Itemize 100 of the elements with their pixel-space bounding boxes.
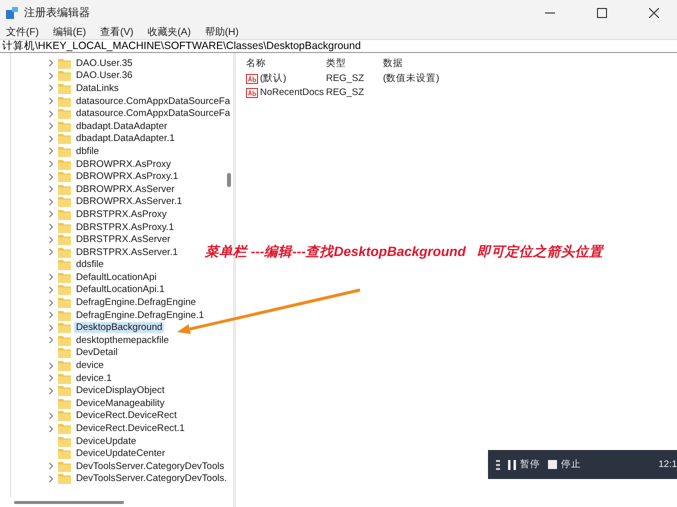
tree-item[interactable]: DeviceRect.DeviceRect bbox=[74, 410, 179, 422]
tree-item[interactable]: DBRSTPRX.AsProxy bbox=[74, 208, 169, 220]
folder-icon bbox=[58, 234, 71, 246]
column-header[interactable]: 名称 bbox=[246, 57, 326, 70]
stop-icon bbox=[548, 460, 557, 469]
folder-icon bbox=[58, 310, 71, 321]
pause-button[interactable]: 暂停 bbox=[508, 458, 540, 471]
tree-item[interactable]: datasource.ComAppxDataSourceFa bbox=[74, 96, 232, 107]
folder-icon bbox=[58, 171, 71, 182]
chevron-icon[interactable] bbox=[47, 462, 55, 470]
chevron-icon[interactable] bbox=[47, 210, 55, 218]
tree-item[interactable]: DefragEngine.DefragEngine bbox=[74, 297, 198, 308]
column-header[interactable]: 数据 bbox=[383, 57, 503, 70]
folder-icon bbox=[58, 58, 71, 69]
chevron-icon[interactable] bbox=[47, 474, 55, 483]
tree-item[interactable]: DeviceRect.DeviceRect.1 bbox=[74, 423, 187, 434]
chevron-icon[interactable] bbox=[47, 311, 55, 320]
chevron-icon[interactable] bbox=[47, 424, 55, 433]
chevron-icon[interactable] bbox=[47, 185, 55, 194]
tree-item[interactable]: DAO.User.35 bbox=[74, 58, 135, 69]
chevron-icon[interactable] bbox=[47, 324, 55, 332]
folder-icon bbox=[58, 372, 71, 384]
tree-item[interactable]: DAO.User.36 bbox=[74, 70, 135, 82]
tree-item[interactable]: DataLinks bbox=[74, 82, 121, 94]
tree-item[interactable]: DevToolsServer.CategoryDevTools. bbox=[74, 473, 229, 484]
menu-item[interactable]: 查看(V) bbox=[100, 25, 134, 39]
chevron-icon[interactable] bbox=[47, 362, 55, 370]
chevron-icon[interactable] bbox=[47, 59, 55, 68]
tree-item[interactable]: DBROWPRX.AsProxy.1 bbox=[74, 171, 180, 182]
folder-icon bbox=[58, 347, 71, 358]
tree-item[interactable]: DBROWPRX.AsServer bbox=[74, 184, 177, 195]
chevron-icon[interactable] bbox=[47, 172, 55, 181]
tree-item[interactable]: DeviceUpdate bbox=[74, 436, 138, 447]
tree-item[interactable]: desktopthemepackfile bbox=[74, 334, 171, 346]
menu-item[interactable]: 编辑(E) bbox=[52, 25, 86, 39]
column-header[interactable]: 类型 bbox=[326, 57, 383, 70]
tree-item[interactable]: DevToolsServer.CategoryDevTools bbox=[74, 460, 226, 472]
tree-item[interactable]: DBROWPRX.AsProxy bbox=[74, 158, 173, 170]
chevron-icon[interactable] bbox=[47, 198, 55, 206]
annotation-text: 菜单栏 ---编辑---查找DesktopBackground 即可定位之箭头位置 bbox=[205, 243, 603, 261]
tree-item[interactable]: dbfile bbox=[74, 146, 101, 157]
value-name: (默认) bbox=[260, 72, 286, 85]
pause-icon bbox=[508, 460, 516, 470]
chevron-icon[interactable] bbox=[47, 223, 55, 232]
chevron-icon[interactable] bbox=[47, 248, 55, 256]
chevron-icon[interactable] bbox=[47, 84, 55, 92]
chevron-icon[interactable] bbox=[47, 147, 55, 156]
tree-item[interactable]: DeviceDisplayObject bbox=[74, 385, 167, 396]
chevron-icon[interactable] bbox=[47, 273, 55, 282]
tree-item[interactable]: DBRSTPRX.AsServer bbox=[74, 234, 172, 246]
tree-item[interactable]: ddsfile bbox=[74, 259, 106, 270]
chevron-icon[interactable] bbox=[47, 160, 55, 168]
grip-icon[interactable] bbox=[496, 460, 500, 470]
tree-item[interactable]: dbadapt.DataAdapter bbox=[74, 120, 170, 132]
tree-item[interactable]: DefaultLocationApi bbox=[74, 272, 159, 283]
chevron-icon[interactable] bbox=[47, 386, 55, 395]
value-name: NoRecentDocs bbox=[260, 87, 324, 98]
chevron-icon[interactable] bbox=[47, 97, 55, 106]
tree-item[interactable]: DBRSTPRX.AsServer.1 bbox=[74, 246, 180, 258]
tree-item[interactable]: datasource.ComAppxDataSourceFa bbox=[74, 108, 232, 120]
folder-icon bbox=[58, 436, 71, 447]
folder-icon bbox=[58, 360, 71, 372]
chevron-icon[interactable] bbox=[47, 236, 55, 244]
chevron-icon[interactable] bbox=[47, 412, 55, 420]
address-bar[interactable]: 计算机\HKEY_LOCAL_MACHINE\SOFTWARE\Classes\DesktopBackground bbox=[0, 39, 677, 53]
tree-item[interactable]: DefragEngine.DefragEngine.1 bbox=[74, 310, 206, 321]
tree-item[interactable]: device.1 bbox=[74, 372, 114, 384]
folder-icon bbox=[58, 184, 71, 195]
chevron-icon[interactable] bbox=[47, 336, 55, 344]
folder-icon bbox=[58, 222, 71, 233]
stop-button[interactable]: 停止 bbox=[548, 458, 581, 471]
tree-item[interactable]: DBROWPRX.AsServer.1 bbox=[74, 196, 184, 208]
menu-item[interactable]: 帮助(H) bbox=[204, 25, 239, 39]
window-title: 注册表编辑器 bbox=[24, 6, 90, 20]
folder-icon bbox=[58, 120, 71, 132]
folder-icon bbox=[58, 96, 71, 107]
tree-item[interactable]: DefaultLocationApi.1 bbox=[74, 284, 167, 296]
chevron-icon[interactable] bbox=[47, 134, 55, 143]
chevron-icon[interactable] bbox=[47, 122, 55, 130]
chevron-icon[interactable] bbox=[47, 110, 55, 118]
value-data: (数值未设置) bbox=[383, 72, 440, 85]
tree-item[interactable]: DBRSTPRX.AsProxy.1 bbox=[74, 222, 176, 233]
tree-item[interactable]: DevDetail bbox=[74, 347, 120, 358]
tree-item[interactable]: DeviceManageability bbox=[74, 398, 167, 409]
scrollbar-thumb[interactable] bbox=[14, 500, 124, 504]
tree-item[interactable]: DeviceUpdateCenter bbox=[74, 448, 168, 460]
chevron-icon[interactable] bbox=[47, 298, 55, 307]
chevron-icon[interactable] bbox=[47, 72, 55, 80]
menu-item[interactable]: 收藏夹(A) bbox=[147, 25, 191, 39]
scrollbar-thumb[interactable] bbox=[227, 173, 231, 187]
chevron-icon[interactable] bbox=[47, 374, 55, 382]
folder-icon bbox=[58, 460, 71, 472]
menu-item[interactable]: 文件(F) bbox=[6, 25, 39, 39]
close-icon bbox=[649, 8, 659, 18]
folder-icon bbox=[58, 82, 71, 94]
tree-item[interactable]: device bbox=[74, 360, 106, 372]
folder-icon bbox=[58, 146, 71, 157]
tree-item[interactable]: dbadapt.DataAdapter.1 bbox=[74, 133, 177, 144]
chevron-icon[interactable] bbox=[47, 286, 55, 294]
tree-item[interactable]: DesktopBackground bbox=[74, 322, 164, 334]
